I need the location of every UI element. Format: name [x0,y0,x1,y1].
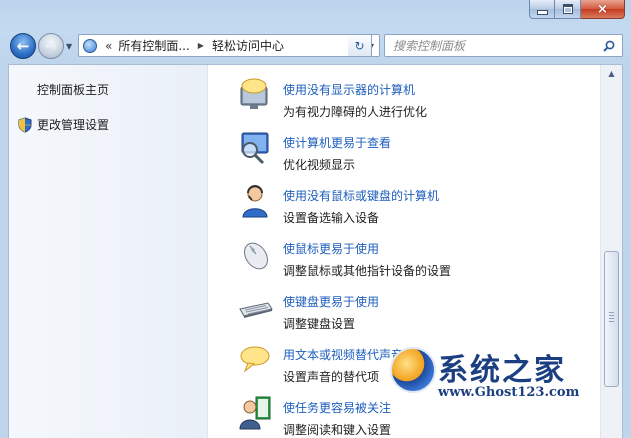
item-title[interactable]: 使用没有显示器的计算机 [283,81,415,98]
magnifier-monitor-icon [241,132,269,165]
item-desc: 调整阅读和键入设置 [283,423,392,437]
left-task-pane: 控制面板主页 更改管理设置 [9,65,208,438]
item-desc: 设置备选输入设备 [283,211,380,225]
item-title[interactable]: 使任务更容易被关注 [283,399,391,416]
item-desc: 调整键盘设置 [283,317,356,331]
recent-pages-dropdown[interactable]: ▼ [66,42,72,51]
item-title[interactable]: 使键盘更易于使用 [283,293,379,310]
caption-buttons: × [529,0,625,19]
breadcrumb-ease-of-access-center[interactable]: 轻松访问中心 [212,37,284,54]
item-title[interactable]: 使鼠标更易于使用 [283,240,379,257]
watermark-title: 系统之家 [438,353,566,388]
forward-arrow-icon: → [44,37,58,55]
watermark: 系统之家 www.Ghost123.com [390,345,610,405]
control-panel-icon [83,38,97,53]
forward-button[interactable]: → [38,33,64,59]
maximize-icon [562,4,573,14]
keyboard-icon [239,302,273,318]
speech-bubble-icon [240,346,270,373]
item-desc: 为有视力障碍的人进行优化 [283,105,428,119]
item-title[interactable]: 使用没有鼠标或键盘的计算机 [283,187,439,204]
address-overflow-chevron[interactable]: « [105,39,112,53]
item-desc: 优化视频显示 [283,158,356,172]
navigation-bar: ← → ▼ « 所有控制面... ▶ 轻松访问中心 ▼ ↻ 搜索控制面板 [8,31,623,61]
address-bar[interactable]: « 所有控制面... ▶ 轻松访问中心 ▼ [78,34,380,57]
watermark-logo-icon [390,347,436,393]
item-title[interactable]: 用文本或视频替代声音 [283,346,403,363]
item-desc: 设置声音的替代项 [283,370,380,384]
search-icon[interactable] [600,40,618,52]
watermark-url: www.Ghost123.com [438,385,580,400]
back-arrow-icon: ← [16,37,30,55]
minimize-icon [536,9,548,15]
person-headset-icon [242,185,268,218]
uac-shield-icon [18,116,32,133]
scroll-up-arrow-icon[interactable]: ▲ [601,65,622,81]
control-panel-window: × ← → ▼ « 所有控制面... ▶ 轻松访问中心 ▼ ↻ 搜索控制面板 控… [0,0,631,438]
close-button[interactable]: × [581,0,625,19]
control-panel-home-link[interactable]: 控制面板主页 [37,81,109,98]
breadcrumb-all-control-panel[interactable]: 所有控制面... [118,37,189,54]
change-admin-settings-label: 更改管理设置 [37,118,110,132]
refresh-icon: ↻ [354,38,365,53]
search-box[interactable]: 搜索控制面板 [384,34,623,57]
grip-icon [609,312,614,324]
monitor-speech-icon [240,78,268,109]
breadcrumb-arrow-icon[interactable]: ▶ [198,41,204,50]
person-book-icon [239,396,271,430]
search-input[interactable]: 搜索控制面板 [393,37,600,54]
close-icon: × [597,1,608,17]
item-title[interactable]: 使计算机更易于查看 [283,134,391,151]
back-button[interactable]: ← [10,33,36,59]
change-admin-settings-link[interactable]: 更改管理设置 [17,116,109,133]
refresh-button[interactable]: ↻ [348,34,372,57]
mouse-icon [244,242,268,270]
minimize-button[interactable] [529,0,555,19]
item-desc: 调整鼠标或其他指针设备的设置 [283,264,452,278]
maximize-button[interactable] [555,0,581,19]
